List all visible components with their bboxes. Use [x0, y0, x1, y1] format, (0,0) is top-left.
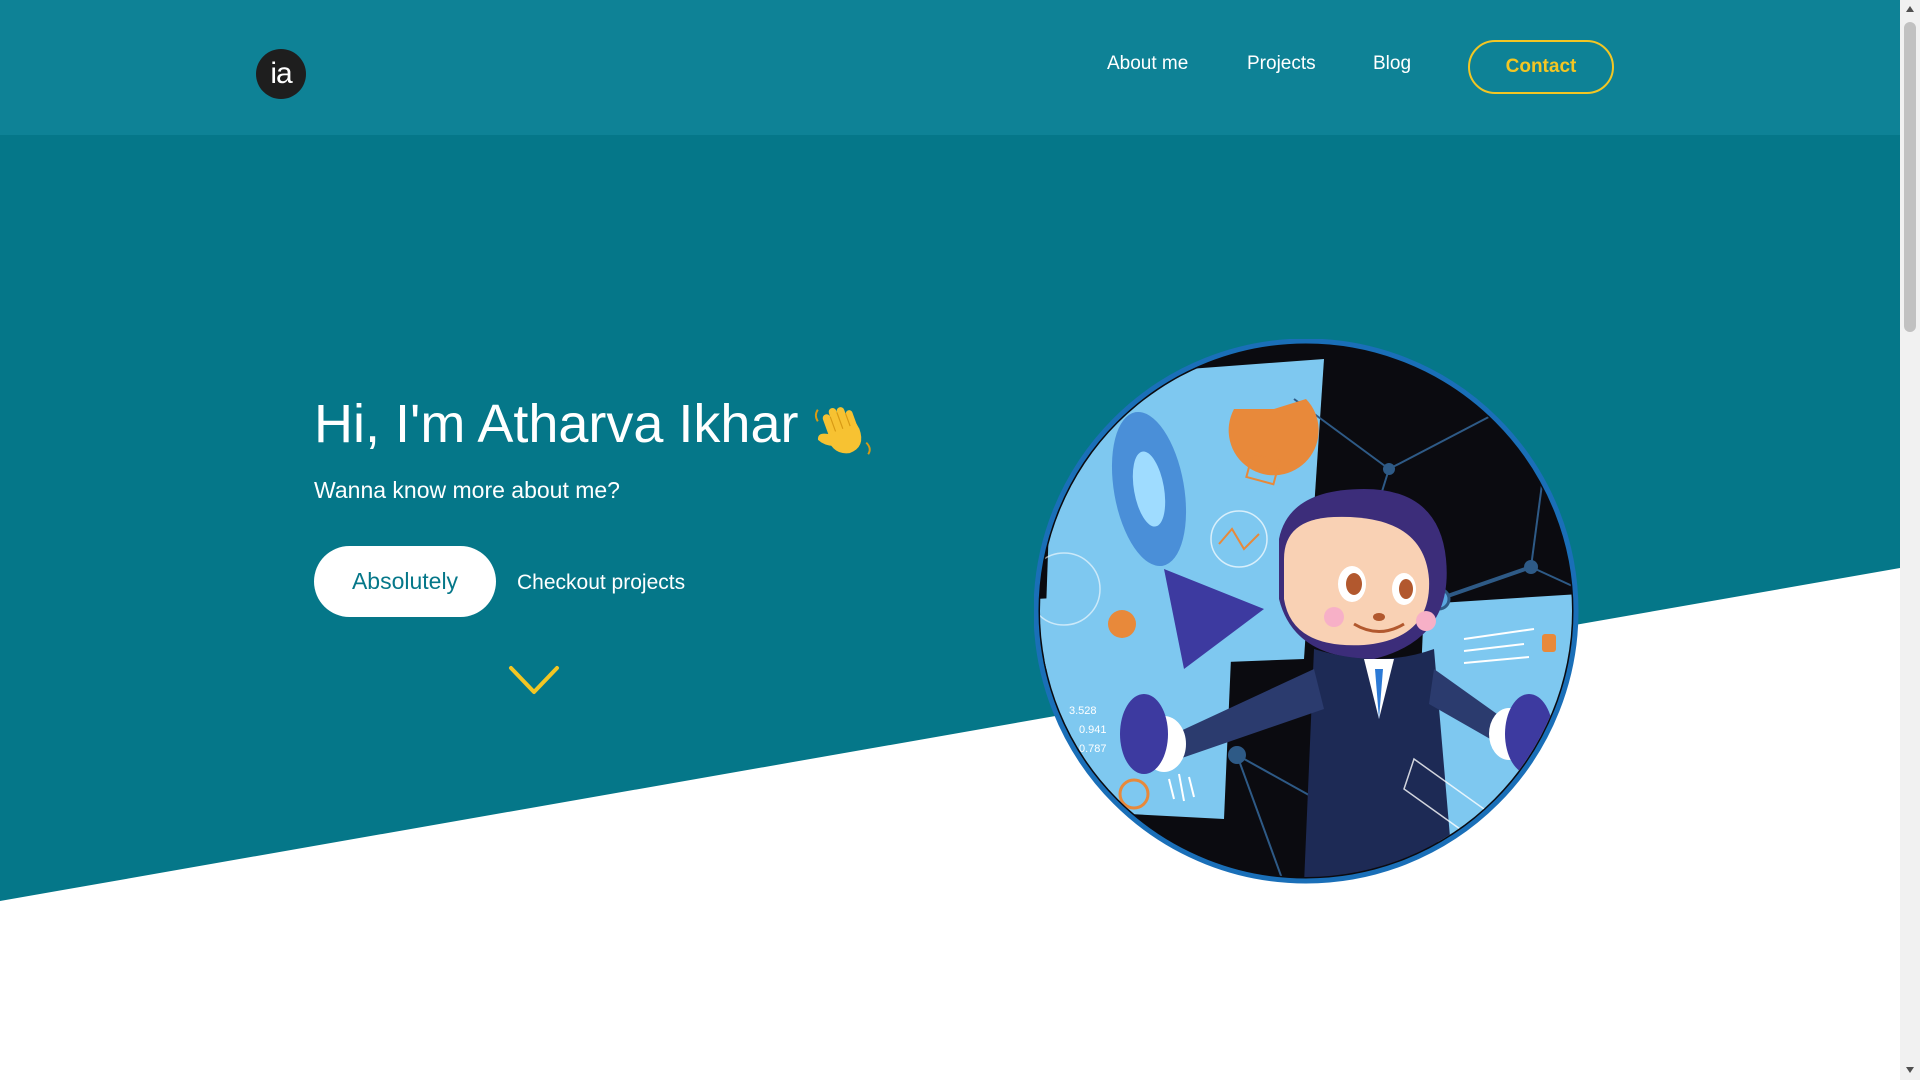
chevron-down-icon[interactable] — [508, 664, 560, 696]
hero-headline: Hi, I'm Atharva Ikhar — [314, 394, 799, 454]
contact-button[interactable]: Contact — [1468, 40, 1614, 94]
page: ia About me Projects Blog Contact Hi, I'… — [0, 0, 1920, 1080]
checkout-projects-link[interactable]: Checkout projects — [517, 571, 685, 595]
scroll-up-arrow-icon[interactable] — [1905, 5, 1915, 13]
absolutely-button[interactable]: Absolutely — [314, 546, 496, 617]
navbar: ia About me Projects Blog Contact — [0, 0, 1900, 135]
scrollbar-thumb[interactable] — [1904, 22, 1916, 332]
illustration-label-1: 3.528 — [1069, 705, 1097, 717]
scroll-down-arrow-icon[interactable] — [1905, 1066, 1915, 1074]
octocat-business-illustration: 3.528 0.941 0.787 — [1034, 339, 1579, 884]
waving-hand-icon — [814, 407, 871, 455]
illustration-label-3: 0.787 — [1079, 743, 1107, 755]
logo-text: ia — [270, 57, 292, 90]
logo[interactable]: ia — [256, 49, 306, 99]
illustration-label-2: 0.941 — [1079, 724, 1107, 736]
nav-link-projects[interactable]: Projects — [1247, 53, 1316, 75]
nav-link-blog[interactable]: Blog — [1373, 53, 1411, 75]
nav-link-about-me[interactable]: About me — [1107, 53, 1188, 75]
hero-background — [0, 0, 1900, 901]
hero-subtitle: Wanna know more about me? — [314, 477, 620, 503]
